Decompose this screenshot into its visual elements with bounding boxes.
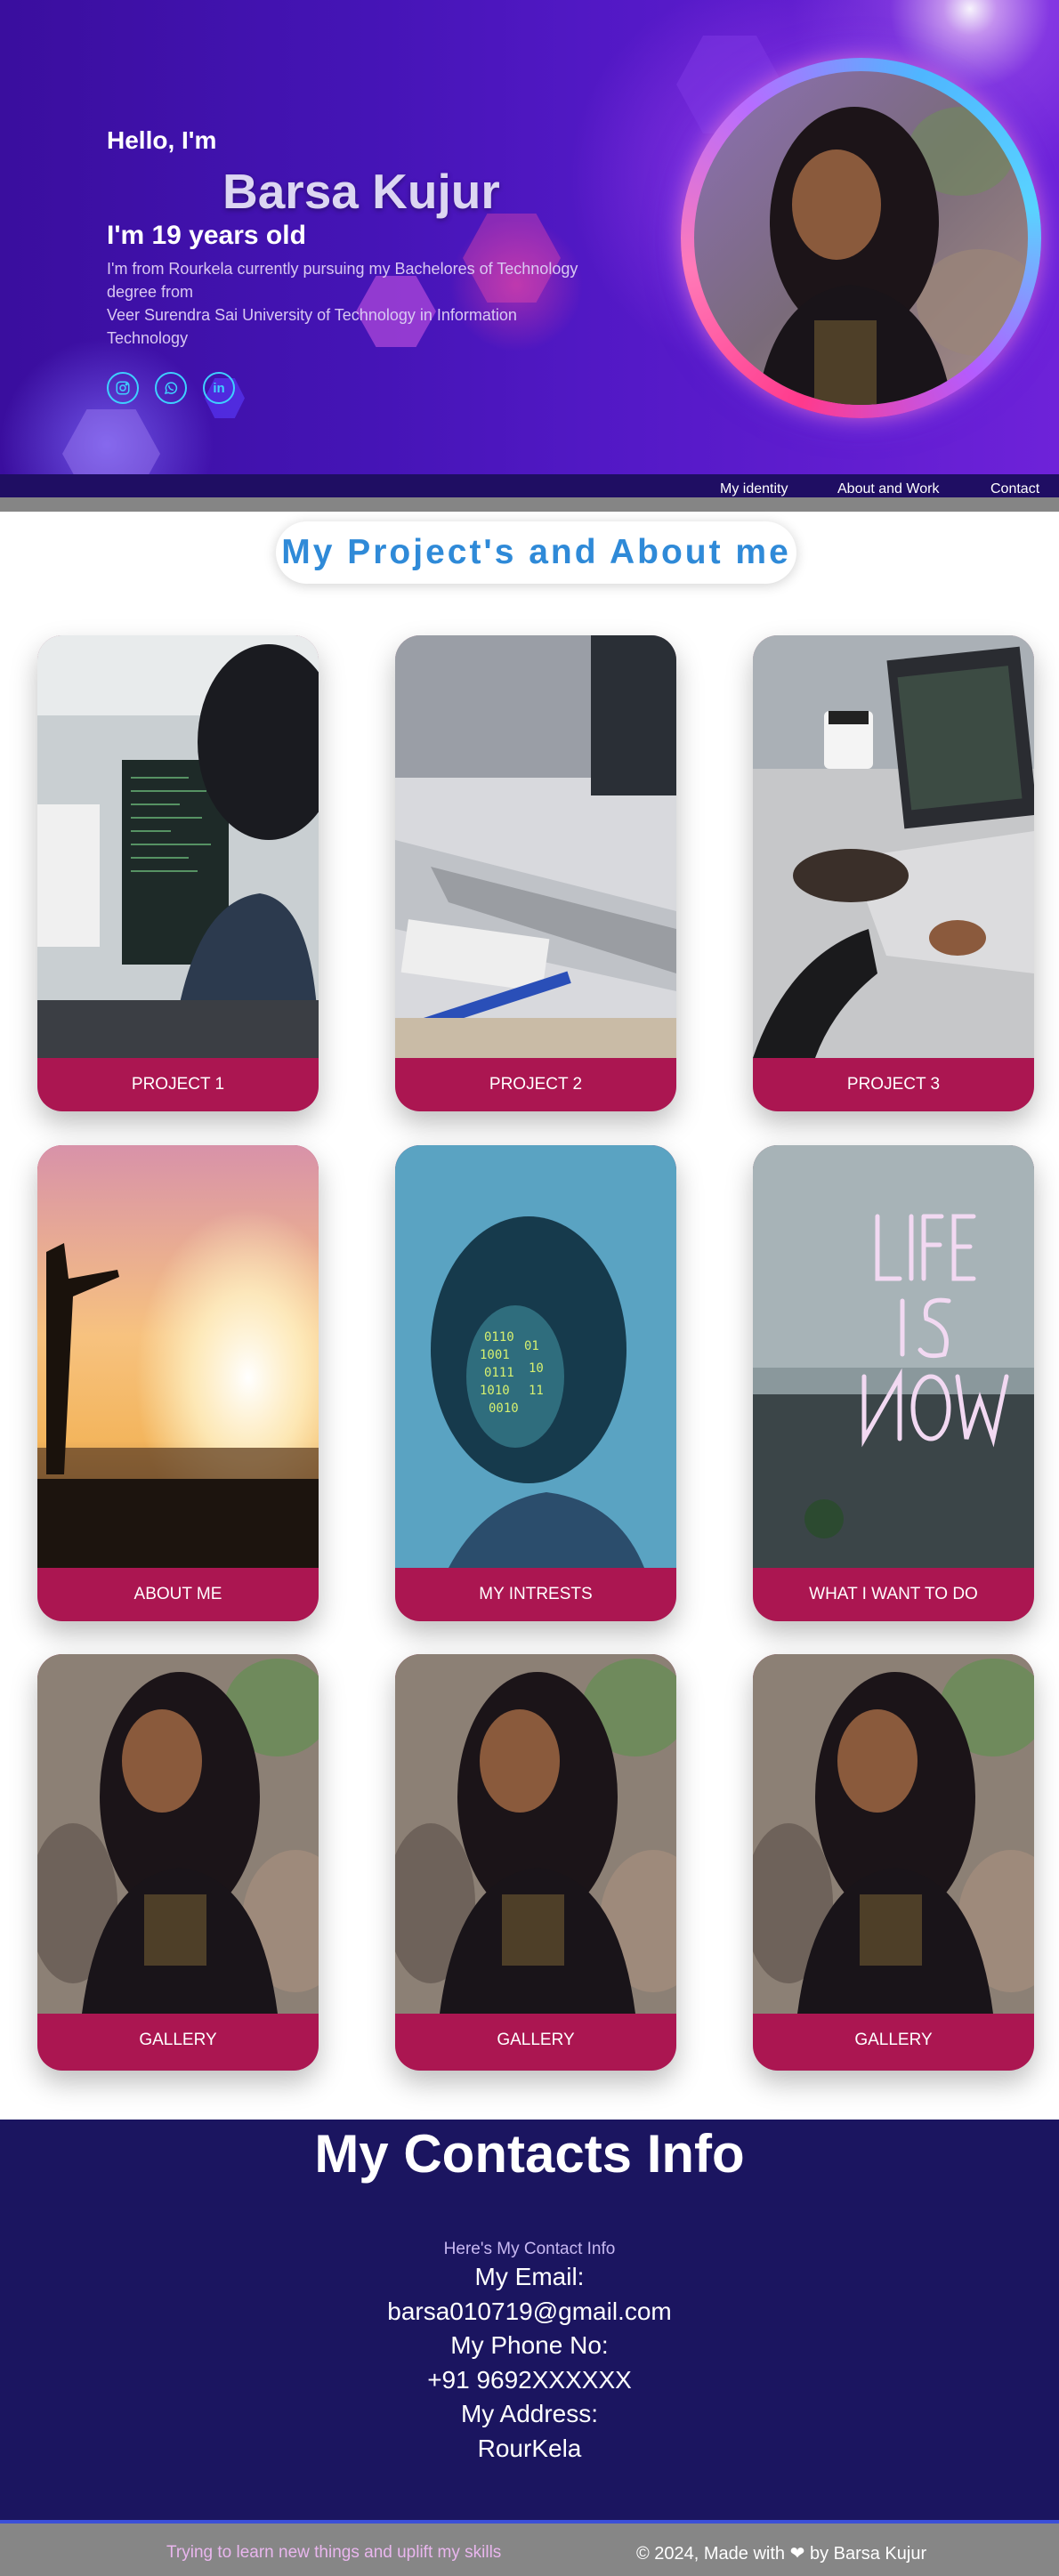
- card-image: [753, 1654, 1034, 2014]
- svg-text:1010: 1010: [480, 1384, 510, 1398]
- phone-label: My Phone No:: [450, 2331, 609, 2359]
- whatsapp-icon: [164, 382, 178, 395]
- project-card[interactable]: PROJECT 2: [395, 635, 676, 1111]
- hero-banner: Hello, I'm Barsa Kujur I'm 19 years old …: [0, 0, 1059, 474]
- gallery-card[interactable]: GALLERY: [37, 1654, 319, 2071]
- hero-age: I'm 19 years old: [107, 221, 306, 250]
- heart-icon: ❤: [789, 2544, 805, 2564]
- svg-text:10: 10: [529, 1361, 544, 1376]
- project-card[interactable]: PROJECT 1: [37, 635, 319, 1111]
- whatsapp-link[interactable]: [155, 372, 187, 404]
- contact-title: My Contacts Info: [314, 2124, 745, 2184]
- card-label: GALLERY: [497, 2031, 575, 2049]
- profile-photo: [694, 71, 1028, 405]
- instagram-icon: [116, 381, 130, 395]
- card-image: [753, 1145, 1034, 1568]
- project-card[interactable]: PROJECT 3: [753, 635, 1034, 1111]
- footer-tagline: Trying to learn new things and uplift my…: [166, 2543, 502, 2562]
- footer: Trying to learn new things and uplift my…: [0, 2520, 1059, 2576]
- svg-text:0010: 0010: [489, 1401, 519, 1416]
- card-label: ABOUT ME: [133, 1585, 222, 1603]
- card-image: [753, 635, 1034, 1058]
- nav-my-identity[interactable]: My identity: [720, 481, 788, 497]
- email-value[interactable]: barsa010719@gmail.com: [0, 2297, 1059, 2326]
- projects-section-title: My Project's and About me: [276, 521, 796, 584]
- footer-credit: © 2024, Made with ❤ by Barsa Kujur: [636, 2542, 926, 2564]
- bio-line: Veer Surendra Sai University of Technolo…: [107, 306, 517, 324]
- card-label: GALLERY: [139, 2031, 217, 2049]
- instagram-link[interactable]: [107, 372, 139, 404]
- nav-divider: [0, 497, 1059, 512]
- hexagon-decoration: [62, 409, 160, 474]
- contact-subtitle: Here's My Contact Info: [443, 2240, 616, 2258]
- svg-text:0111: 0111: [484, 1366, 514, 1380]
- address-value: RourKela: [477, 2435, 582, 2462]
- top-navbar: My identity About and Work Contact: [0, 474, 1059, 512]
- goals-card[interactable]: WHAT I WANT TO DO: [753, 1145, 1034, 1621]
- svg-text:01: 01: [524, 1339, 539, 1353]
- profile-photo-ring: [681, 58, 1041, 418]
- svg-text:1001: 1001: [480, 1348, 510, 1362]
- card-image: 0110 1001 0111 1010 0010 01 10 11: [395, 1145, 676, 1568]
- card-image: [395, 635, 676, 1058]
- card-image: [37, 1654, 319, 2014]
- card-label: MY INTRESTS: [479, 1585, 593, 1603]
- card-image: [37, 635, 319, 1058]
- gallery-card[interactable]: GALLERY: [395, 1654, 676, 2071]
- interests-card[interactable]: 0110 1001 0111 1010 0010 01 10 11 MY INTRESTS: [395, 1145, 676, 1621]
- card-label: PROJECT 1: [131, 1075, 225, 1094]
- nav-contact[interactable]: Contact: [990, 481, 1039, 497]
- linkedin-link[interactable]: in: [203, 372, 235, 404]
- address-label: My Address:: [460, 2400, 599, 2427]
- svg-text:11: 11: [529, 1384, 544, 1398]
- card-image: [37, 1145, 319, 1568]
- hero-name: Barsa Kujur: [222, 164, 500, 219]
- svg-text:0110: 0110: [484, 1330, 514, 1345]
- card-label: PROJECT 2: [489, 1075, 583, 1094]
- linkedin-icon: in: [213, 380, 225, 396]
- email-label: My Email:: [474, 2263, 585, 2290]
- card-label: WHAT I WANT TO DO: [809, 1585, 978, 1603]
- card-image: [395, 1654, 676, 2014]
- bio-line: Technology: [107, 329, 189, 347]
- hero-greeting: Hello, I'm: [107, 126, 217, 154]
- credit-text: © 2024, Made with: [636, 2544, 786, 2564]
- card-label: GALLERY: [854, 2031, 933, 2049]
- phone-value[interactable]: +91 9692XXXXXX: [0, 2366, 1059, 2394]
- bio-line: I'm from Rourkela currently pursuing my …: [107, 260, 578, 278]
- bio-line: degree from: [107, 283, 194, 301]
- social-links: in: [107, 372, 235, 404]
- gallery-card[interactable]: GALLERY: [753, 1654, 1034, 2071]
- credit-author: by Barsa Kujur: [809, 2544, 927, 2564]
- nav-about-and-work[interactable]: About and Work: [837, 481, 939, 497]
- hero-bio: I'm from Rourkela currently pursuing my …: [107, 257, 605, 350]
- card-label: PROJECT 3: [846, 1075, 941, 1094]
- about-card[interactable]: ABOUT ME: [37, 1145, 319, 1621]
